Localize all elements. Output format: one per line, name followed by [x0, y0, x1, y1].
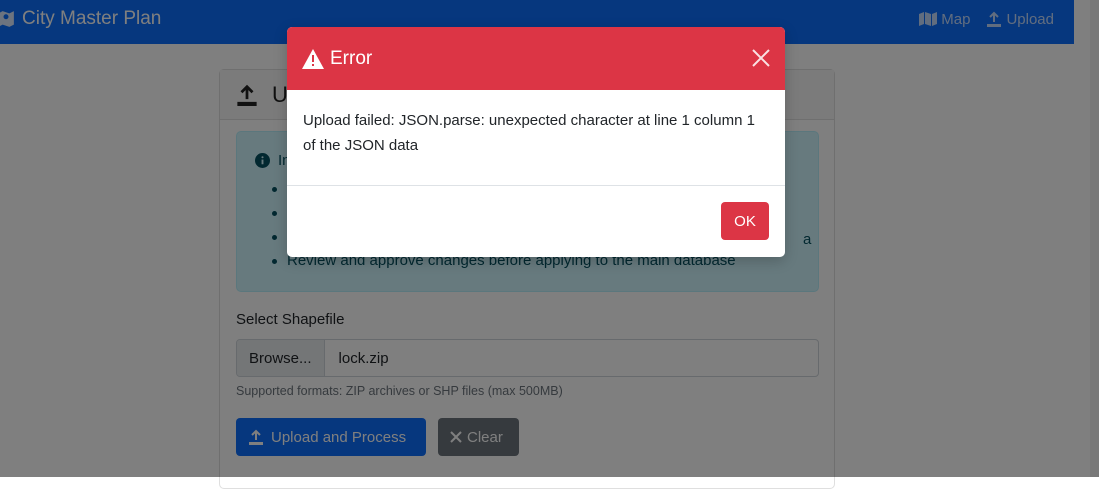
warning-icon — [302, 48, 324, 69]
modal-header: Error — [287, 27, 785, 90]
error-modal: Error Upload failed: JSON.parse: unexpec… — [287, 27, 785, 257]
close-icon[interactable] — [751, 48, 771, 68]
modal-footer: OK — [287, 186, 785, 257]
modal-body: Upload failed: JSON.parse: unexpected ch… — [287, 90, 785, 186]
ok-button[interactable]: OK — [721, 202, 769, 240]
modal-title: Error — [330, 47, 373, 69]
error-message: Upload failed: JSON.parse: unexpected ch… — [303, 112, 755, 154]
